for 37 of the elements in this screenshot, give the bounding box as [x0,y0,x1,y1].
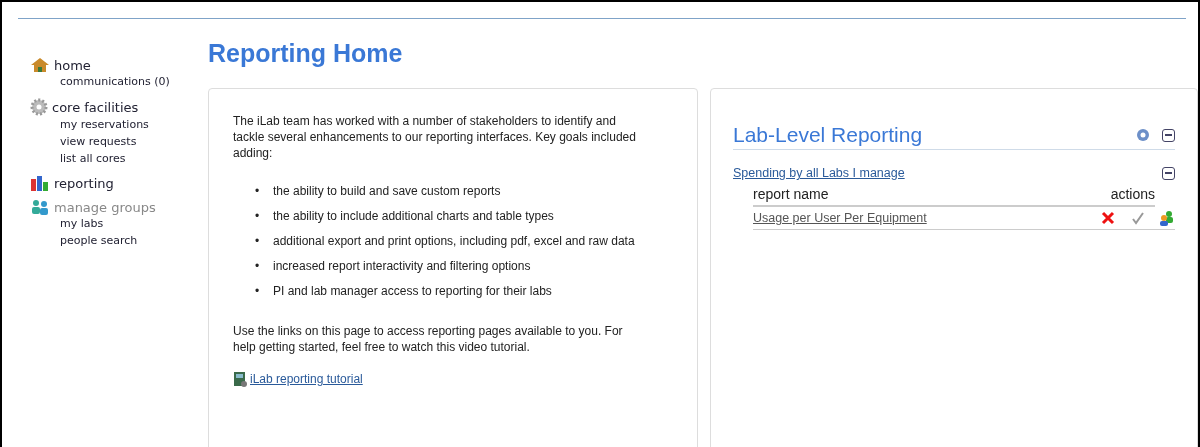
collapse-button[interactable] [1162,166,1175,180]
section-title: Lab-Level Reporting [733,123,924,147]
people-icon[interactable] [1159,210,1175,226]
gear-icon [30,98,48,116]
goal-item: additional export and print options, including pdf, excel and raw data [273,233,635,249]
nav-link[interactable]: reporting [54,175,114,191]
bullet: • [255,208,261,224]
bullet: • [255,258,261,274]
nav-sublink[interactable]: list all cores [60,152,126,165]
nav-sublink[interactable]: communications (0) [60,75,170,88]
closing-paragraph: Use the links on this page to access reporting pages available to you. For help getting started, feel free to watch this video tutorial. [233,323,624,355]
help-icon[interactable] [1136,128,1150,142]
goal-item: increased report interactivity and filtering options [273,258,531,274]
nav-sublink[interactable]: my reservations [60,118,149,131]
bar-chart-icon [30,175,50,191]
column-header: report name [753,186,830,202]
collapse-button[interactable] [1162,128,1175,142]
goal-item: PI and lab manager access to reporting for their labs [273,283,552,299]
intro-paragraph: The iLab team has worked with a number of stakeholders to identify and tackle several enhancements to our reporting interfaces. Key goals included adding: [233,113,637,161]
page-title: Reporting Home [208,39,404,68]
nav-link[interactable]: home [54,57,91,73]
column-header: actions [1110,186,1155,202]
nav-link[interactable]: core facilities [52,99,139,115]
goal-item: the ability to build and save custom reports [273,183,501,199]
bullet: • [255,233,261,249]
bullet: • [255,283,261,299]
bullet: • [255,183,261,199]
house-icon [30,57,50,73]
report-link[interactable]: Usage per User Per Equipment [753,211,1101,225]
group-link[interactable]: Spending by all Labs I manage [733,166,1162,180]
nav-sublink[interactable]: view requests [60,135,137,148]
tutorial-link[interactable]: iLab reporting tutorial [233,371,363,387]
people-icon [30,199,50,215]
delete-icon[interactable] [1101,211,1115,225]
checkmark-icon[interactable] [1131,211,1145,225]
goal-item: the ability to include additional charts and table types [273,208,554,224]
film-icon [233,371,248,387]
